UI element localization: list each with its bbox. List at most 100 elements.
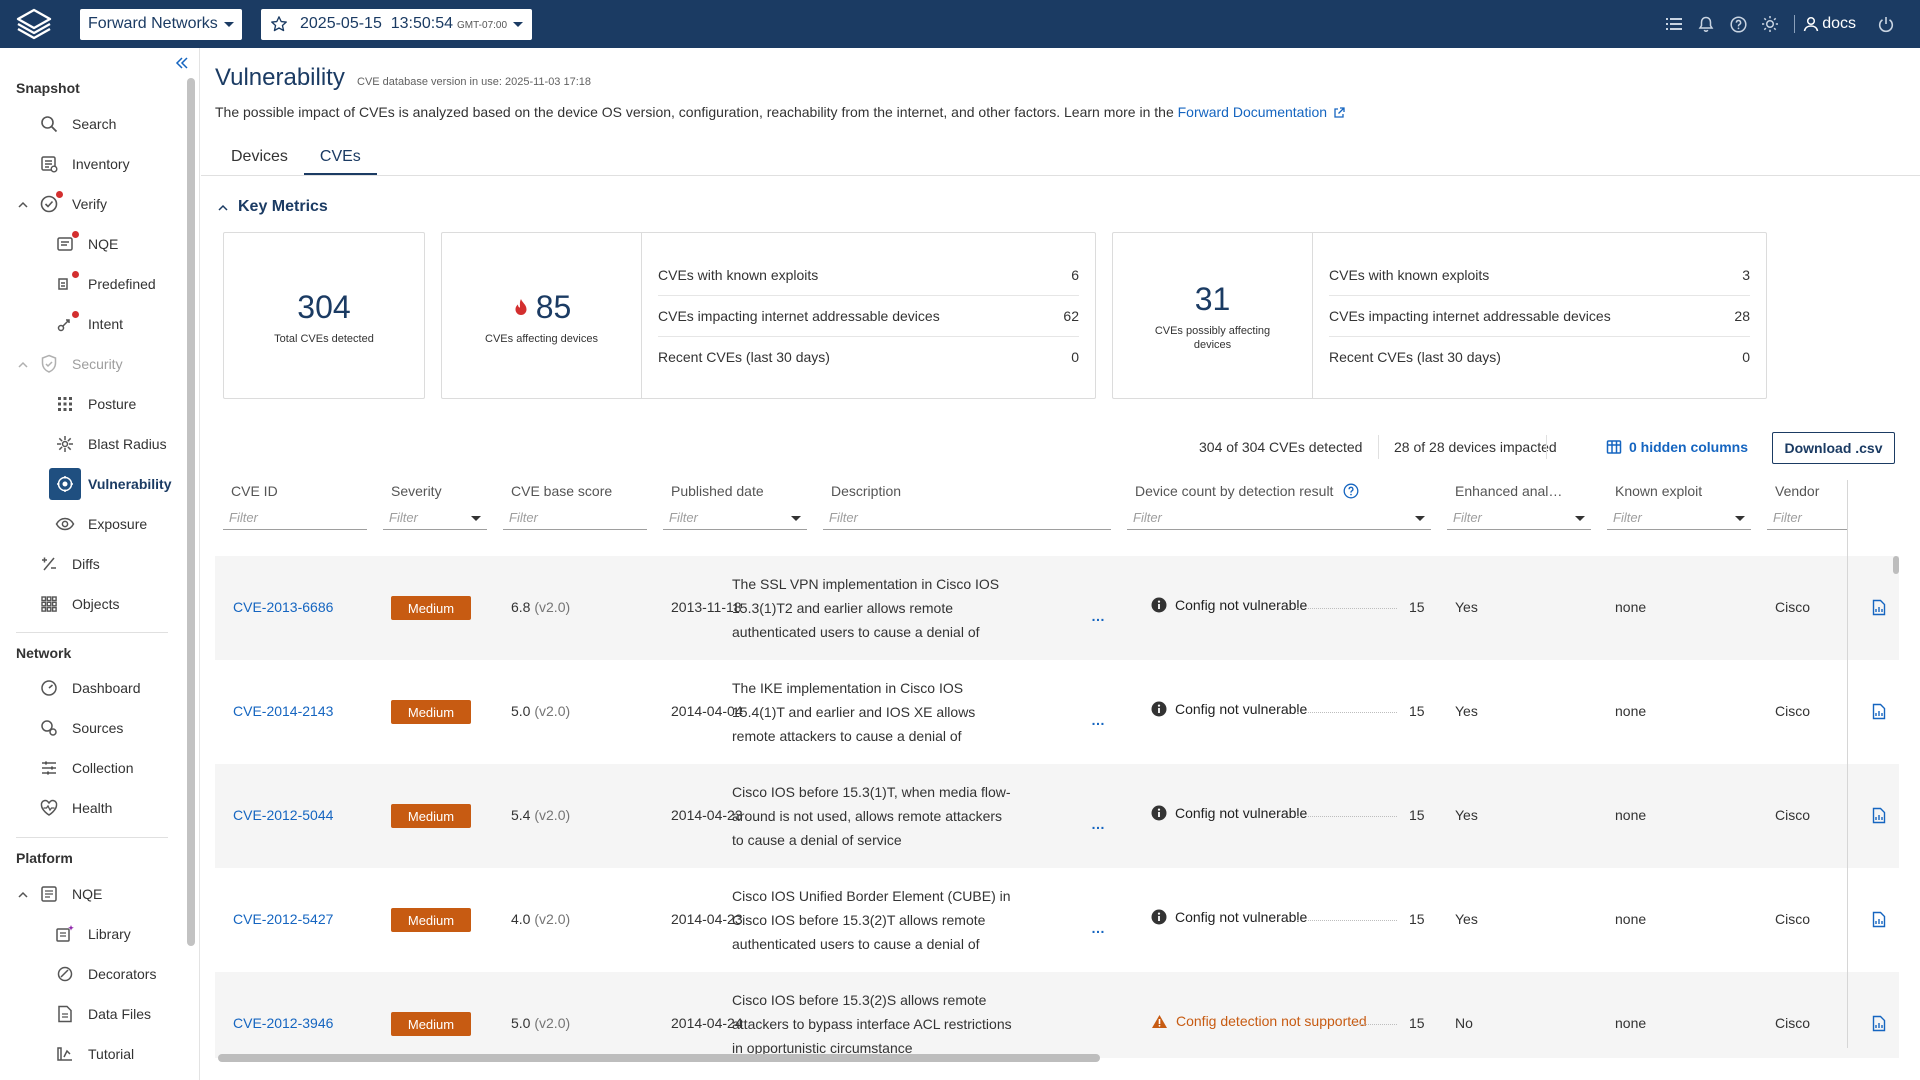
description-text: Cisco IOS Unified Border Element (CUBE) … [732, 888, 1011, 952]
divider [1351, 1024, 1397, 1025]
column-header-published-date[interactable]: Published date [671, 483, 764, 499]
tutorial-icon [54, 1043, 76, 1065]
filter-published-date[interactable]: Filter [663, 506, 807, 530]
table-row[interactable]: CVE-2012-5427 Medium 4.0 (v2.0) 2014-04-… [215, 868, 1899, 972]
possibly-cves-value: 31 [1194, 281, 1231, 317]
cve-id-link[interactable]: CVE-2012-3946 [233, 1015, 333, 1031]
hidden-columns-button[interactable]: 0 hidden columns [1606, 432, 1748, 462]
sidebar-item-diffs[interactable]: Diffs [38, 544, 100, 584]
cves-detected-count: 304 of 304 CVEs detected [1199, 439, 1363, 455]
org-select[interactable]: Forward Networks [80, 8, 242, 40]
sidebar-item-label: Search [72, 116, 117, 132]
bell-icon[interactable] [1690, 0, 1722, 48]
table-row[interactable]: CVE-2014-2143 Medium 5.0 (v2.0) 2014-04-… [215, 660, 1899, 764]
description-text: The IKE implementation in Cisco IOS 15.4… [732, 680, 976, 744]
sidebar-item-sources[interactable]: Sources [38, 708, 123, 748]
cve-id-link[interactable]: CVE-2013-6686 [233, 599, 333, 615]
help-icon[interactable] [1722, 0, 1754, 48]
table-row[interactable]: CVE-2012-5044 Medium 5.4 (v2.0) 2014-04-… [215, 764, 1899, 868]
star-icon[interactable] [270, 15, 288, 33]
sidebar-item-collection[interactable]: Collection [38, 748, 133, 788]
sidebar-item-blast-radius[interactable]: Blast Radius [54, 424, 167, 464]
user-menu[interactable]: docs [1803, 15, 1856, 33]
metric-row-value: 28 [1734, 308, 1750, 324]
forward-documentation-link[interactable]: Forward Documentation [1178, 104, 1327, 120]
sidebar-item-exposure[interactable]: Exposure [54, 504, 147, 544]
sidebar-item-platform-nqe[interactable]: NQE [0, 874, 170, 914]
column-header-vendor[interactable]: Vendor [1775, 483, 1819, 499]
sidebar-item-nqe[interactable]: NQE [54, 224, 118, 264]
filter-severity[interactable]: Filter [383, 506, 487, 530]
divider [16, 837, 168, 838]
sidebar-scrollbar[interactable] [187, 78, 195, 946]
report-icon[interactable] [1872, 1015, 1886, 1032]
table-horizontal-scrollbar[interactable] [218, 1054, 1100, 1062]
filter-device-count[interactable]: Filter [1127, 506, 1431, 530]
sidebar-item-vulnerability[interactable]: Vulnerability [49, 464, 172, 504]
sidebar-item-dashboard[interactable]: Dashboard [38, 668, 141, 708]
sidebar-item-data-files[interactable]: Data Files [54, 994, 151, 1034]
download-csv-button[interactable]: Download .csv [1772, 432, 1895, 464]
expand-description-button[interactable]: … [1091, 608, 1105, 624]
sidebar-item-objects[interactable]: Objects [38, 584, 119, 624]
power-icon[interactable] [1870, 0, 1902, 48]
collapse-sidebar-icon[interactable] [175, 56, 191, 72]
list-icon[interactable] [1658, 0, 1690, 48]
key-metrics-toggle[interactable]: Key Metrics [218, 198, 328, 216]
shield-icon [38, 353, 60, 375]
column-header-cve-id[interactable]: CVE ID [231, 483, 278, 499]
theme-sun-icon[interactable] [1754, 0, 1786, 48]
report-icon[interactable] [1872, 807, 1886, 824]
possibly-cves-label: CVEs possibly affecting devices [1154, 325, 1271, 351]
sidebar-item-label: NQE [72, 886, 103, 902]
table-vertical-scrollbar[interactable] [1893, 556, 1899, 574]
filter-known-exploit[interactable]: Filter [1607, 506, 1751, 530]
metric-card-total: 304 Total CVEs detected [223, 232, 425, 399]
sidebar-item-search[interactable]: Search [38, 104, 116, 144]
sidebar-item-predefined[interactable]: Predefined [54, 264, 156, 304]
expand-description-button[interactable]: … [1091, 816, 1105, 832]
column-header-known-exploit[interactable]: Known exploit [1615, 483, 1702, 499]
sidebar-item-tutorial[interactable]: Tutorial [54, 1034, 134, 1074]
user-name: docs [1822, 15, 1856, 32]
expand-description-button[interactable]: … [1091, 712, 1105, 728]
cve-id-link[interactable]: CVE-2012-5044 [233, 807, 333, 823]
help-icon[interactable] [1343, 483, 1359, 499]
sidebar-item-inventory[interactable]: Inventory [38, 144, 130, 184]
sidebar-item-intent[interactable]: Intent [54, 304, 123, 344]
sidebar-item-health[interactable]: Health [38, 788, 112, 828]
sidebar-item-verify[interactable]: Verify [0, 184, 170, 224]
report-icon[interactable] [1872, 911, 1886, 928]
column-header-enhanced-analysis[interactable]: Enhanced anal… [1455, 483, 1562, 499]
filter-enhanced-analysis[interactable]: Filter [1447, 506, 1591, 530]
column-header-severity[interactable]: Severity [391, 483, 442, 499]
tab-cves[interactable]: CVEs [303, 138, 377, 176]
filter-vendor[interactable]: Filter [1767, 506, 1847, 530]
sidebar-item-posture[interactable]: Posture [54, 384, 136, 424]
vulnerability-icon [49, 468, 81, 500]
table-row[interactable]: CVE-2012-3946 Medium 5.0 (v2.0) 2014-04-… [215, 972, 1899, 1058]
filter-cve-base-score[interactable]: Filter [503, 506, 647, 530]
forward-logo-icon[interactable] [14, 4, 54, 44]
sidebar-item-security[interactable]: Security [0, 344, 170, 384]
expand-description-button[interactable]: … [1091, 920, 1105, 936]
filter-cve-id[interactable]: Filter [223, 506, 367, 530]
sidebar-item-library[interactable]: Library [54, 914, 131, 954]
affecting-cves-label: CVEs affecting devices [485, 333, 598, 345]
metric-row-label: CVEs with known exploits [1329, 267, 1490, 283]
sidebar-item-decorators[interactable]: Decorators [54, 954, 156, 994]
column-header-device-count[interactable]: Device count by detection result [1135, 483, 1359, 499]
column-header-description[interactable]: Description [831, 483, 901, 499]
report-icon[interactable] [1872, 703, 1886, 720]
filter-description[interactable]: Filter [823, 506, 1111, 530]
snapshot-select[interactable]: 2025-05-15 13:50:54 GMT-07:00 [261, 8, 532, 40]
report-icon[interactable] [1872, 599, 1886, 616]
info-icon [1151, 597, 1167, 613]
cve-id-link[interactable]: CVE-2014-2143 [233, 703, 333, 719]
cve-id-link[interactable]: CVE-2012-5427 [233, 911, 333, 927]
table-row[interactable]: CVE-2013-6686 Medium 6.8 (v2.0) 2013-11-… [215, 556, 1899, 660]
chevron-down-icon [513, 21, 523, 27]
column-header-cve-base-score[interactable]: CVE base score [511, 483, 612, 499]
external-link-icon[interactable] [1333, 107, 1345, 119]
tab-devices[interactable]: Devices [215, 138, 304, 176]
